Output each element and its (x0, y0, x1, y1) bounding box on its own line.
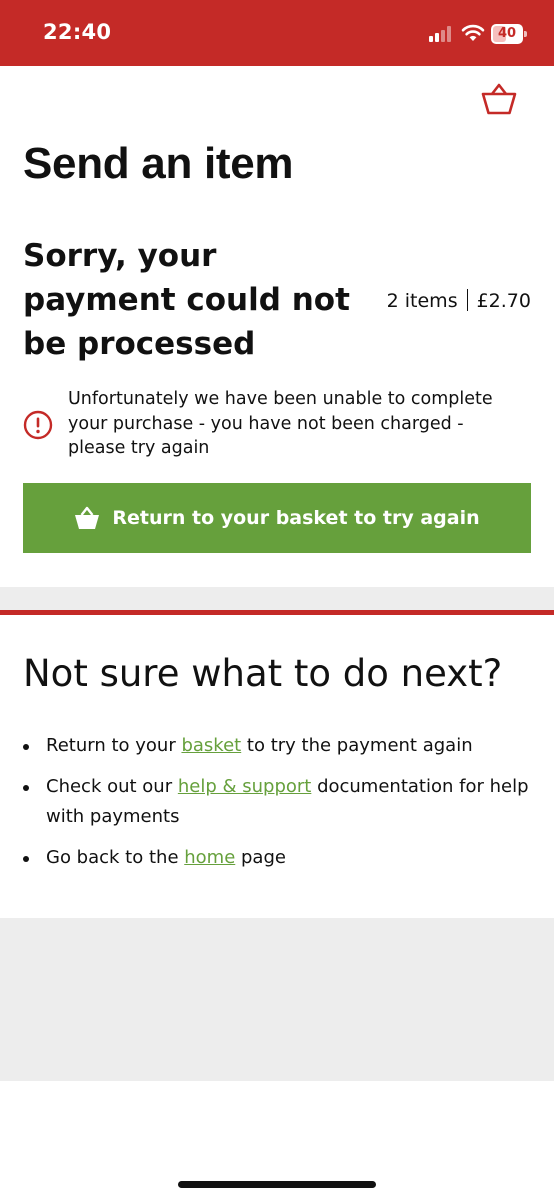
next-steps-list: Return to your basket to try the payment… (23, 731, 533, 884)
return-to-basket-button[interactable]: Return to your basket to try again (23, 483, 531, 553)
basket-icon[interactable] (481, 82, 517, 116)
footer-area (0, 918, 554, 1081)
payment-error-heading: Sorry, your payment could not be process… (23, 238, 350, 362)
payment-error-message: Unfortunately we have been unable to com… (68, 389, 493, 458)
status-time: 22:40 (43, 20, 112, 44)
basket-summary: 2 items £2.70 (387, 289, 531, 312)
alert-circle-icon (23, 410, 53, 440)
battery-icon: 40 (491, 24, 527, 44)
next-steps-heading: Not sure what to do next? (23, 652, 503, 695)
home-link[interactable]: home (184, 847, 235, 868)
status-bar: 22:40 40 (0, 0, 554, 66)
red-rule (0, 610, 554, 615)
return-to-basket-label: Return to your basket to try again (112, 507, 480, 529)
item-count: 2 items (386, 290, 458, 312)
basket-link[interactable]: basket (181, 735, 241, 756)
summary-divider (466, 289, 468, 311)
list-item: Return to your basket to try the payment… (23, 731, 533, 761)
help-support-link[interactable]: help & support (178, 776, 312, 797)
page-title: Send an item (23, 139, 294, 188)
signal-icon (429, 26, 453, 42)
basket-icon (75, 506, 100, 529)
basket-total: £2.70 (476, 290, 531, 312)
home-indicator[interactable] (178, 1181, 376, 1188)
battery-level-text: 40 (497, 26, 517, 41)
list-item: Go back to the home page (23, 843, 533, 873)
wifi-icon (461, 24, 485, 41)
section-divider (0, 587, 554, 611)
list-item: Check out our help & support documentati… (23, 772, 533, 832)
